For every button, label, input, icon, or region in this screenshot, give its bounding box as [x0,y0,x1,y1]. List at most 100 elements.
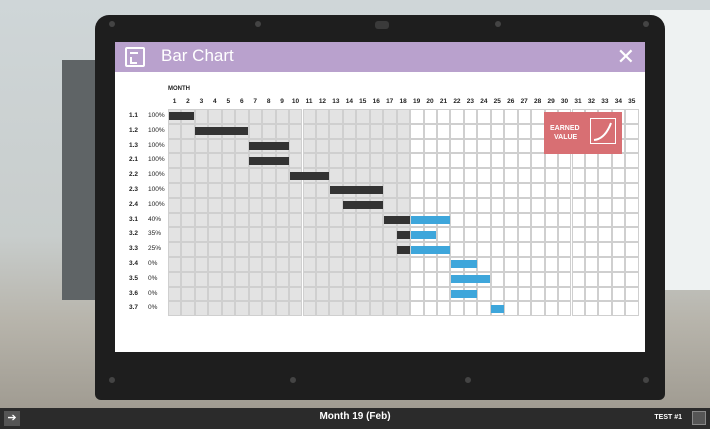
grid-cell [181,138,195,154]
grid-cell [504,138,518,154]
grid-cell [517,227,532,243]
grid-cell [490,109,505,124]
grid-cell [558,183,572,198]
grid-cell [342,138,357,154]
month-header: 28 [534,98,542,105]
grid-cell [437,197,451,213]
grid-cell [329,242,343,257]
grid-cell [625,109,639,124]
grid-cell [490,153,505,169]
grid-cell [168,227,182,243]
grid-cell [356,257,370,272]
grid-cell [517,168,532,183]
grid-cell [598,197,612,213]
grid-cell [302,153,316,169]
grid-cell [208,257,222,272]
grid-cell [329,257,343,272]
task-percent: 100% [148,141,165,149]
grid-cell [181,168,195,183]
grid-cell [571,271,585,287]
task-percent: 100% [148,171,165,179]
grid-cell [558,168,572,183]
grid-cell [329,197,343,213]
grid-cell [450,227,464,243]
task-percent: 0% [148,304,158,312]
grid-cell [221,242,236,257]
chart-icon [125,47,145,67]
month-header: 24 [480,98,488,105]
grid-cell [625,138,639,154]
grid-cell [329,138,343,154]
grid-cell [315,257,330,272]
grid-cell [437,138,451,154]
grid-cell [611,301,626,317]
grid-cell [423,271,437,287]
grid-cell [625,271,639,287]
grid-cell [437,286,451,302]
grid-cell [611,212,626,228]
grid-cell [221,212,236,228]
grid-cell [625,242,639,257]
grid-cell [463,301,478,317]
grid-cell [248,183,263,198]
month-header: 29 [547,98,555,105]
grid-cell [477,301,491,317]
task-percent: 0% [148,274,158,282]
grid-cell [463,242,478,257]
grid-cell [329,227,343,243]
grid-cell [517,109,532,124]
grid-cell [531,168,545,183]
grid-cell [598,227,612,243]
planned-bar [450,275,491,284]
task-percent: 0% [148,260,158,267]
grid-cell [168,138,182,154]
screw [255,21,261,27]
grid-cell [531,197,545,213]
grid-cell [275,109,290,124]
grid-cell [369,242,384,257]
earned-value-button[interactable]: EARNED VALUE [544,112,622,154]
month-header: 5 [226,98,231,105]
grid-cell [248,212,263,228]
grid-cell [544,227,559,243]
grid-cell [181,286,195,302]
grid-cell [289,242,303,257]
grid-cell [437,271,451,287]
month-header: 27 [520,98,528,105]
grid-cell [584,153,599,169]
menu-button[interactable] [692,411,706,425]
month-header: 23 [466,98,474,105]
grid-cell [342,257,357,272]
grid-cell [450,138,464,154]
completed-bar [383,216,410,224]
grid-cell [625,257,639,272]
grid-cell [181,271,195,287]
grid-cell [584,168,599,183]
close-button[interactable]: ✕ [617,44,635,70]
grid-cell [463,197,478,213]
grid-cell [342,271,357,287]
grid-cell [194,153,209,169]
grid-cell [584,197,599,213]
grid-cell [262,242,276,257]
grid-cell [625,212,639,228]
grid-cell [235,242,249,257]
grid-cell [369,153,384,169]
grid-cell [315,301,330,317]
grid-cell [302,197,316,213]
grid-cell [490,168,505,183]
grid-cell [477,227,491,243]
grid-cell [383,168,397,183]
grid-cell [558,301,572,317]
grid-cell [221,109,236,124]
grid-cell [168,257,182,272]
grid-cell [275,227,290,243]
grid-cell [168,271,182,287]
grid-cell [262,123,276,139]
grid-cell [208,168,222,183]
grid-cell [221,227,236,243]
grid-cell [611,257,626,272]
grid-cell [262,212,276,228]
grid-cell [504,109,518,124]
month-header: 13 [332,98,340,105]
